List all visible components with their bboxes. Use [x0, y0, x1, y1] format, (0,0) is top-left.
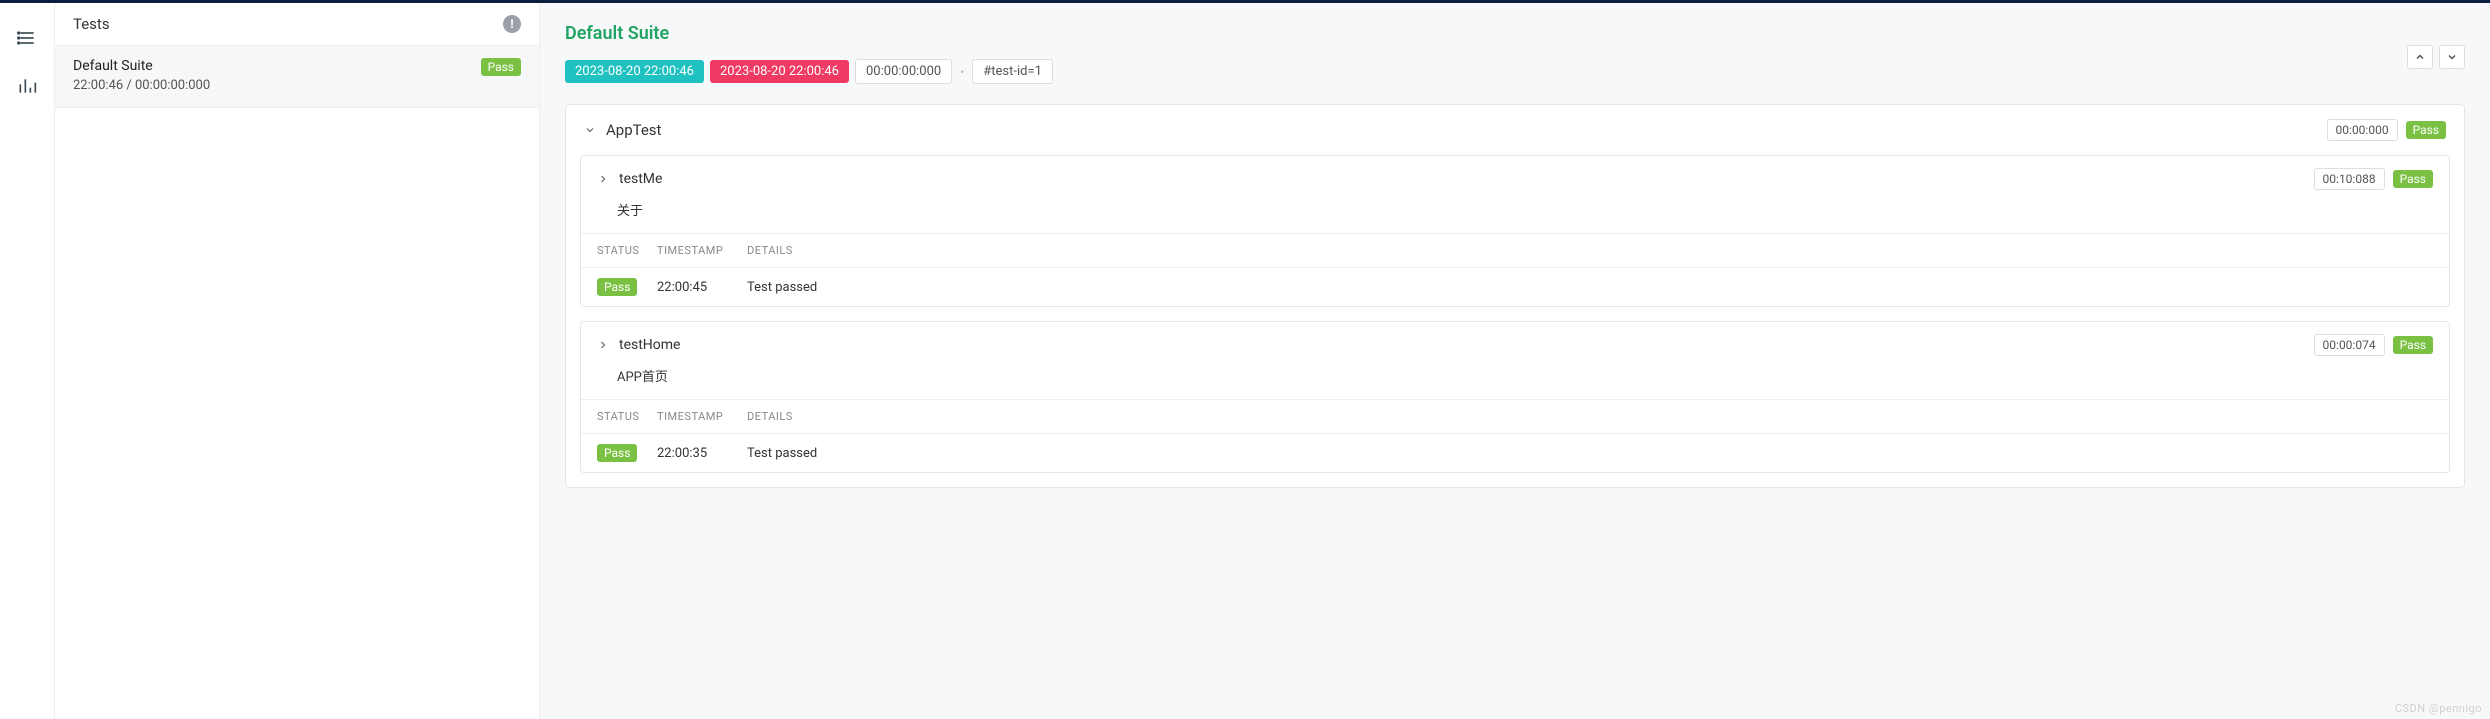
- status-badge: Pass: [597, 278, 637, 296]
- test-description: 关于: [581, 196, 2449, 234]
- test-card: testMe 00:10:088 Pass 关于 STATUS TIMESTAM…: [580, 155, 2450, 307]
- info-icon[interactable]: !: [503, 15, 521, 33]
- status-badge: Pass: [2393, 336, 2433, 354]
- test-name: testHome: [619, 337, 680, 353]
- chevron-down-icon: [584, 124, 596, 136]
- chevron-right-icon: [597, 339, 609, 351]
- duration-chip: 00:00:00:000: [855, 59, 952, 84]
- test-description: APP首页: [581, 362, 2449, 400]
- log-timestamp: 22:00:45: [657, 280, 747, 295]
- test-header[interactable]: testMe 00:10:088 Pass: [581, 156, 2449, 196]
- test-card: testHome 00:00:074 Pass APP首页 STATUS TIM…: [580, 321, 2450, 473]
- end-time-chip: 2023-08-20 22:00:46: [710, 60, 849, 83]
- class-name: AppTest: [606, 121, 661, 139]
- side-nav: [0, 3, 55, 719]
- start-time-chip: 2023-08-20 22:00:46: [565, 60, 704, 83]
- tests-title: Tests: [73, 15, 110, 33]
- status-badge: Pass: [597, 444, 637, 462]
- expand-all-button[interactable]: [2439, 45, 2465, 69]
- chart-icon[interactable]: [17, 76, 37, 96]
- suite-item-timeline: 22:00:46 / 00:00:00:000: [73, 78, 210, 93]
- col-timestamp-header: TIMESTAMP: [657, 410, 747, 423]
- suite-item-name: Default Suite: [73, 58, 210, 74]
- main-panel: Default Suite 2023-08-20 22:00:46 2023-0…: [540, 3, 2490, 719]
- tag-chip: #test-id=1: [972, 59, 1053, 84]
- chip-separator: •: [958, 65, 966, 79]
- table-row: Pass 22:00:35 Test passed: [581, 434, 2449, 472]
- class-duration: 00:00:000: [2327, 119, 2398, 141]
- collapse-all-button[interactable]: [2407, 45, 2433, 69]
- log-details: Test passed: [747, 280, 2433, 295]
- watermark: CSDN @pennigo: [2395, 702, 2482, 715]
- list-icon[interactable]: [17, 28, 37, 48]
- test-duration: 00:00:074: [2314, 334, 2385, 356]
- table-row: Pass 22:00:45 Test passed: [581, 268, 2449, 306]
- chevron-right-icon: [597, 173, 609, 185]
- test-name: testMe: [619, 171, 662, 187]
- col-timestamp-header: TIMESTAMP: [657, 244, 747, 257]
- col-status-header: STATUS: [597, 244, 657, 257]
- tests-panel: Tests ! Default Suite 22:00:46 / 00:00:0…: [55, 3, 540, 719]
- col-details-header: DETAILS: [747, 244, 2433, 257]
- log-details: Test passed: [747, 446, 2433, 461]
- test-duration: 00:10:088: [2314, 168, 2385, 190]
- col-details-header: DETAILS: [747, 410, 2433, 423]
- test-header[interactable]: testHome 00:00:074 Pass: [581, 322, 2449, 362]
- col-status-header: STATUS: [597, 410, 657, 423]
- class-card: AppTest 00:00:000 Pass testMe 0: [565, 104, 2465, 488]
- class-header[interactable]: AppTest 00:00:000 Pass: [566, 105, 2464, 155]
- status-badge: Pass: [2406, 121, 2446, 139]
- status-badge: Pass: [481, 58, 521, 76]
- page-title: Default Suite: [565, 23, 2465, 44]
- log-timestamp: 22:00:35: [657, 446, 747, 461]
- status-badge: Pass: [2393, 170, 2433, 188]
- table-header-row: STATUS TIMESTAMP DETAILS: [581, 234, 2449, 268]
- suite-list-item[interactable]: Default Suite 22:00:46 / 00:00:00:000 Pa…: [55, 46, 539, 108]
- log-table: STATUS TIMESTAMP DETAILS Pass 22:00:45 T…: [581, 234, 2449, 306]
- tests-header: Tests !: [55, 3, 539, 46]
- chip-row: 2023-08-20 22:00:46 2023-08-20 22:00:46 …: [565, 59, 2465, 84]
- table-header-row: STATUS TIMESTAMP DETAILS: [581, 400, 2449, 434]
- log-table: STATUS TIMESTAMP DETAILS Pass 22:00:35 T…: [581, 400, 2449, 472]
